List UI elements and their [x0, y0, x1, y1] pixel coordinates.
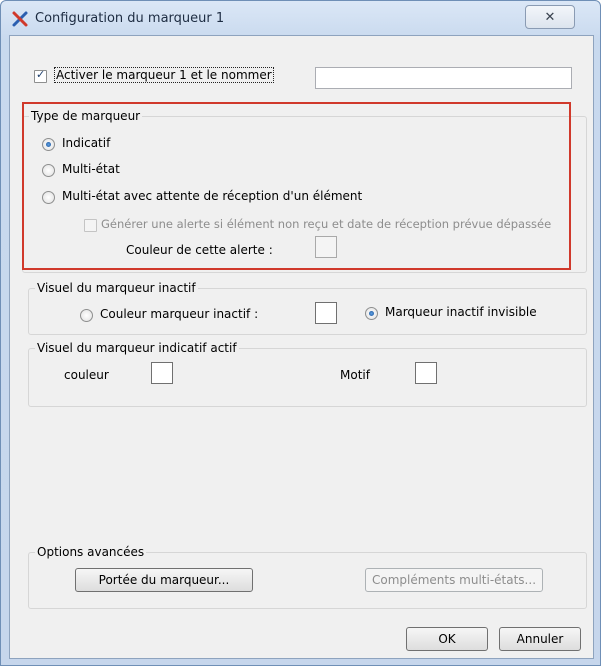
radio-selected-dot — [369, 311, 374, 316]
check-icon: ✓ — [36, 68, 46, 81]
activate-marker-label[interactable]: Activer le marqueur 1 et le nommer — [54, 67, 274, 83]
window-title: Configuration du marqueur 1 — [35, 11, 225, 26]
advanced-options-group-title: Options avancées — [35, 545, 147, 559]
multistate-complements-button[interactable]: Compléments multi-états... — [365, 568, 543, 592]
marker-name-input[interactable] — [315, 67, 572, 89]
marker-tool-icon — [11, 10, 29, 28]
ok-button[interactable]: OK — [406, 627, 488, 651]
cancel-button[interactable]: Annuler — [499, 627, 581, 651]
active-pattern-label: Motif — [340, 368, 370, 382]
radio-inactive-color-label[interactable]: Couleur marqueur inactif : — [100, 307, 258, 321]
radio-inactive-invisible-label[interactable]: Marqueur inactif invisible — [385, 305, 537, 319]
active-visual-group: Visuel du marqueur indicatif actif — [28, 341, 587, 407]
active-color-label: couleur — [64, 368, 109, 382]
active-visual-group-title: Visuel du marqueur indicatif actif — [35, 341, 239, 355]
highlight-frame — [22, 102, 571, 270]
active-color-swatch[interactable] — [151, 362, 173, 384]
close-button[interactable]: ✕ — [525, 5, 575, 29]
title-bar[interactable]: Configuration du marqueur 1 ✕ — [1, 1, 600, 37]
inactive-visual-group-title: Visuel du marqueur inactif — [35, 281, 198, 295]
close-icon: ✕ — [544, 9, 556, 25]
dialog-window: Configuration du marqueur 1 ✕ ✓ Activer … — [0, 0, 601, 666]
active-pattern-swatch[interactable] — [415, 362, 437, 384]
radio-inactive-invisible[interactable] — [365, 307, 378, 320]
radio-inactive-color[interactable] — [80, 309, 93, 322]
activate-marker-checkbox[interactable]: ✓ — [34, 68, 47, 83]
dialog-client-area: ✓ Activer le marqueur 1 et le nommer Typ… — [9, 35, 594, 659]
inactive-color-swatch[interactable] — [315, 302, 337, 324]
marker-scope-button[interactable]: Portée du marqueur... — [75, 568, 253, 592]
